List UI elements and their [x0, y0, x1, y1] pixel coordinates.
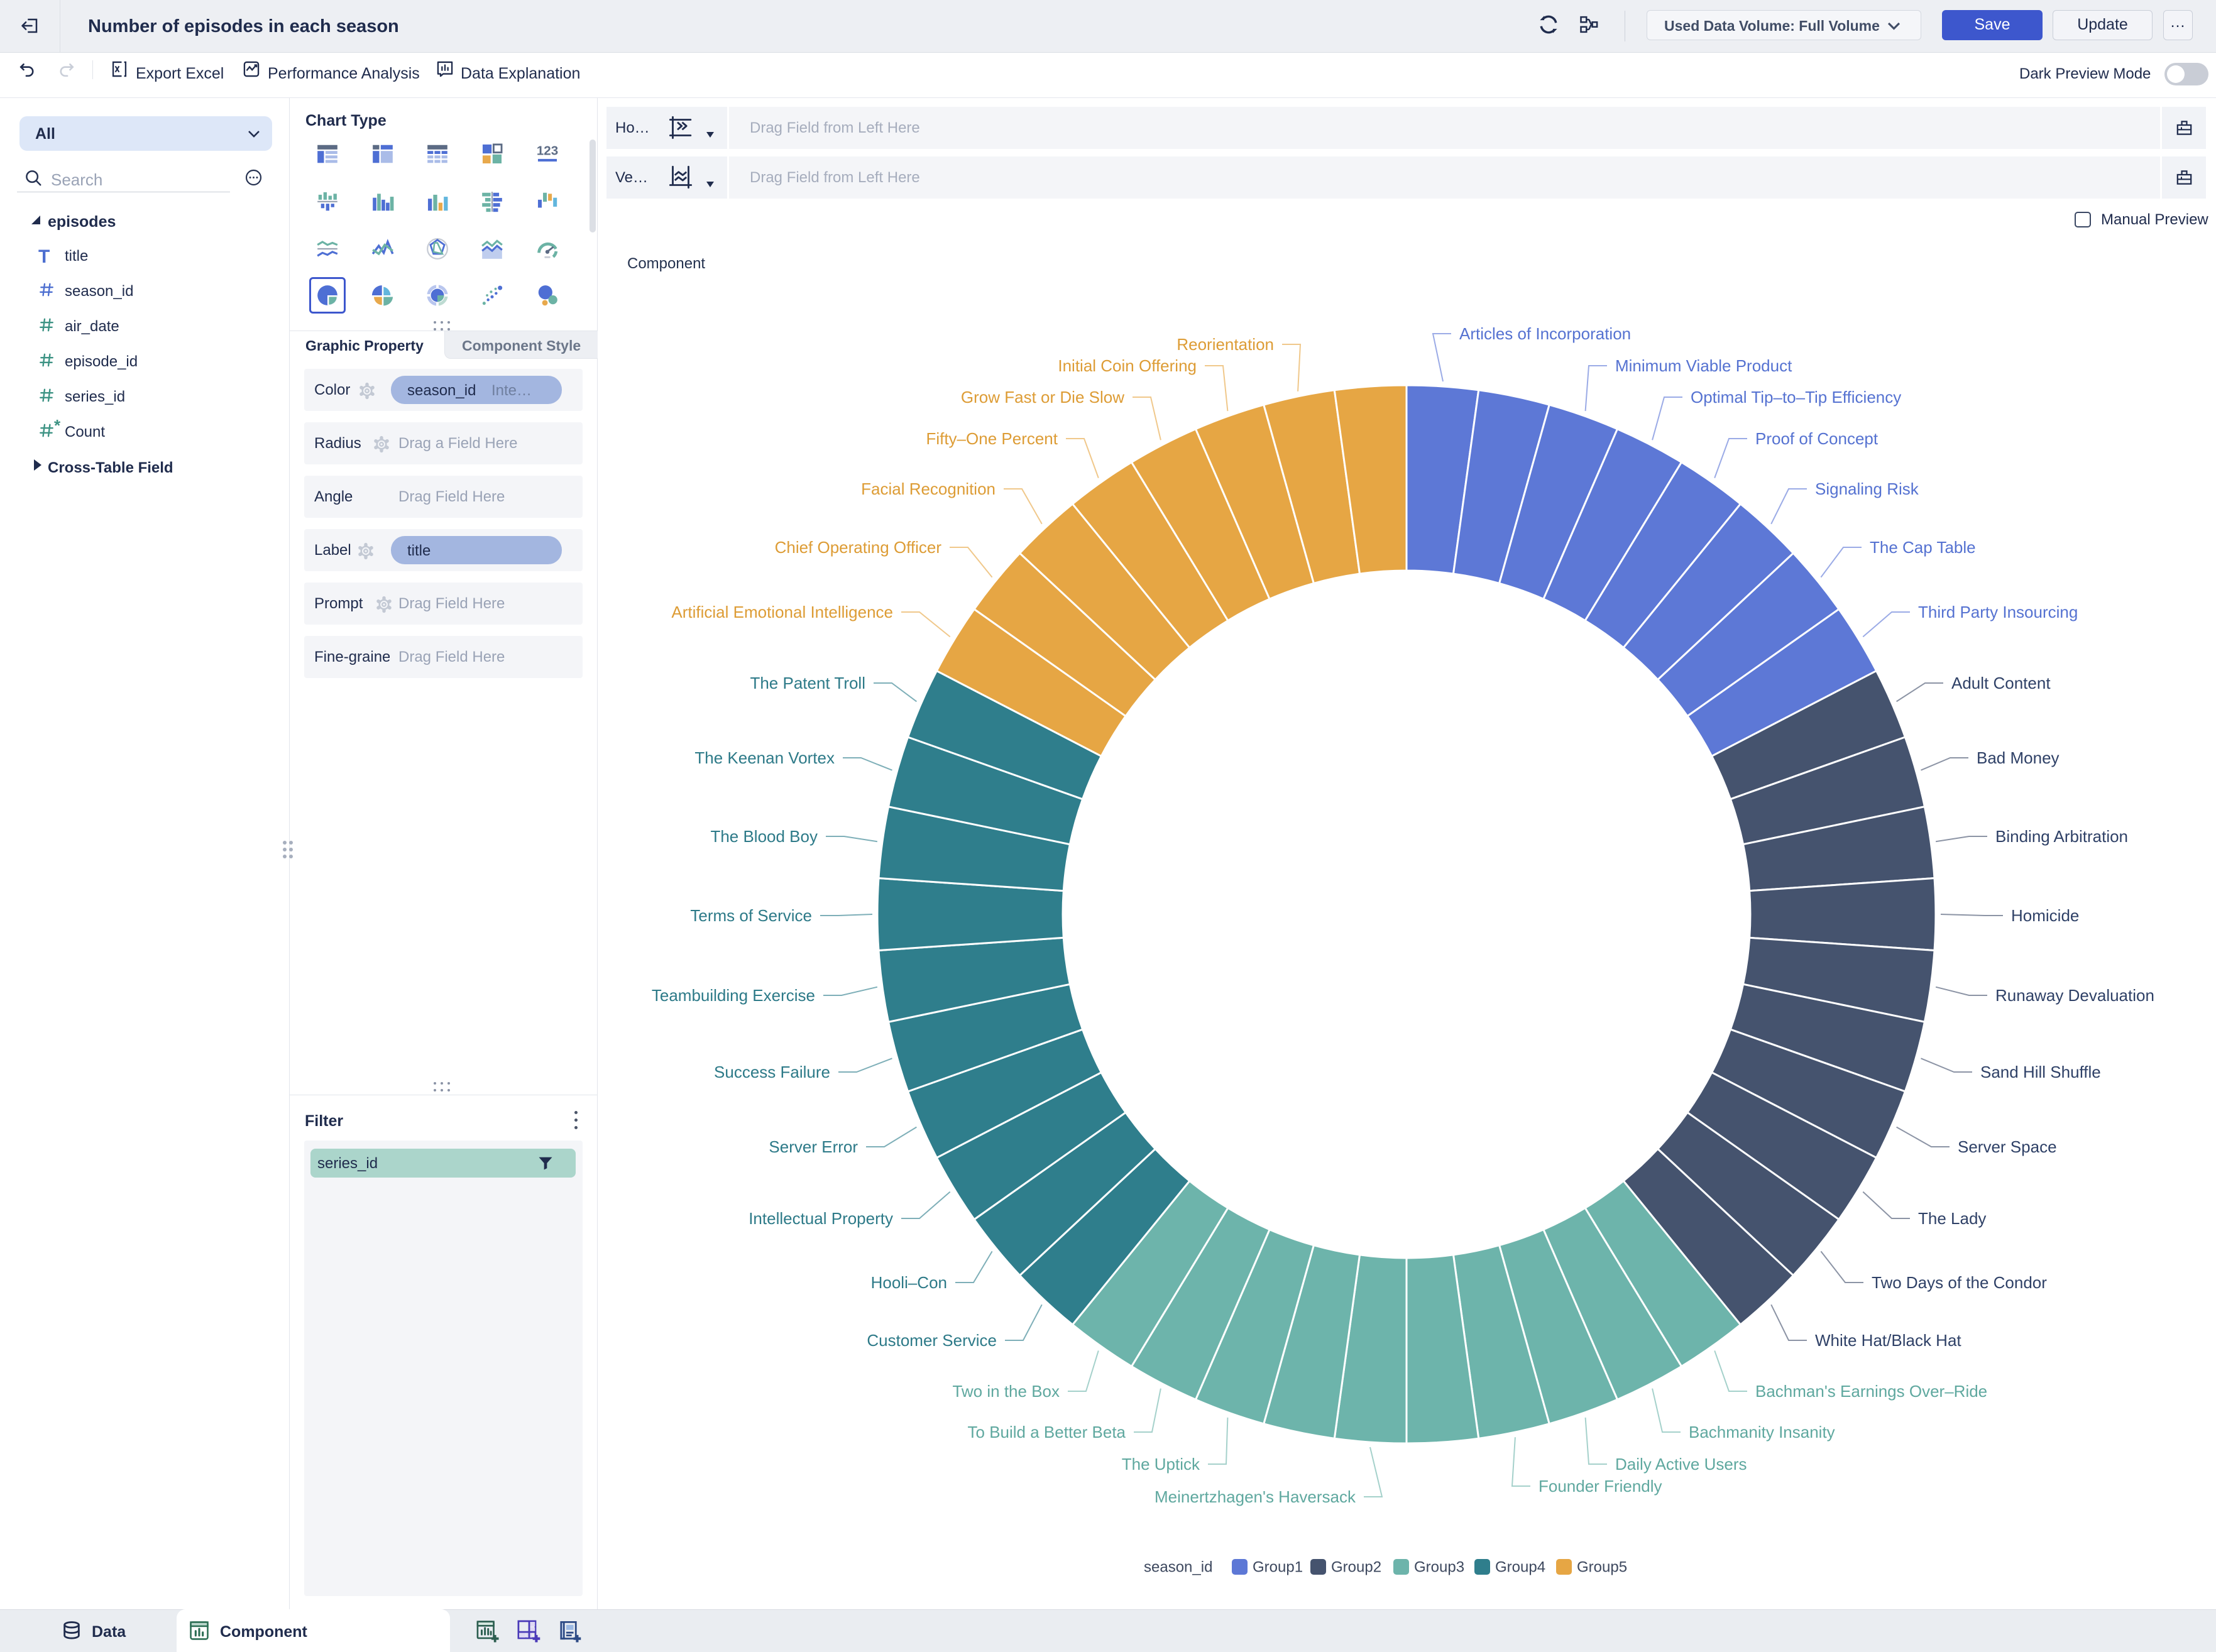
- svg-text:123: 123: [537, 144, 558, 158]
